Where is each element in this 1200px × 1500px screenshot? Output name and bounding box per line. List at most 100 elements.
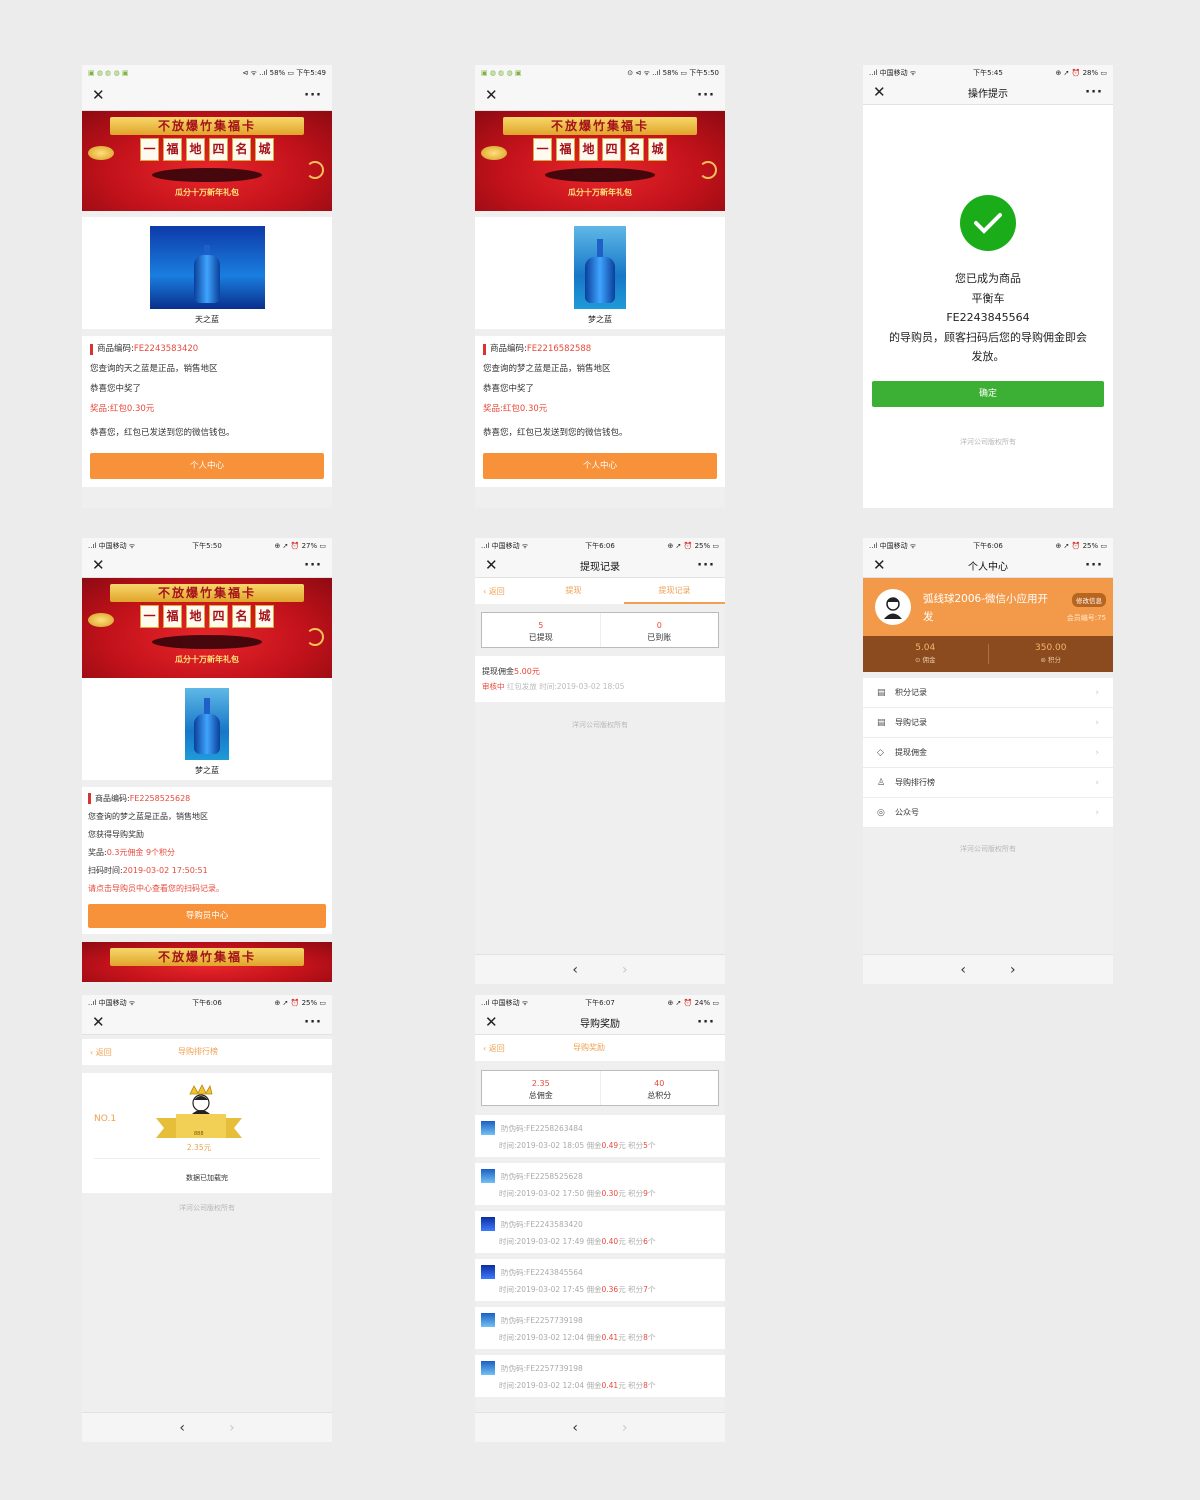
tab-ranking[interactable]: 导购排行榜	[130, 1039, 218, 1065]
back-arrow-icon[interactable]: ‹	[572, 1420, 578, 1436]
list-item[interactable]: 防伪码:FE2243845564 时间:2019-03-02 17:45 佣金0…	[475, 1259, 725, 1301]
tab-withdraw[interactable]: 提现	[523, 578, 624, 604]
forward-arrow-icon[interactable]: ›	[622, 962, 628, 978]
status-bar: ..ıl 中国移动 ᯤ 下午5:50 ⊕ ➚ ⏰ 27% ▭	[82, 538, 332, 554]
withdraw-stats: 5 已提现 0 已到账	[481, 612, 719, 648]
banner-tile: 城	[255, 605, 274, 628]
browser-bottom-bar: ‹ ›	[475, 1412, 725, 1442]
list-item[interactable]: 防伪码:FE2258263484 时间:2019-03-02 18:05 佣金0…	[475, 1115, 725, 1157]
banner-tiles: 一 福 地 四 名 城	[140, 138, 274, 161]
menu-item-withdraw[interactable]: ◇ 提现佣金 ›	[863, 738, 1113, 768]
status-bar: ..ıl 中国移动 ᯤ 下午6:06 ⊕ ➚ ⏰ 25% ▭	[863, 538, 1113, 554]
menu-item-ranking[interactable]: ♙ 导购排行榜 ›	[863, 768, 1113, 798]
close-icon[interactable]: ✕	[485, 558, 498, 573]
code-label: 商品编码:	[95, 794, 130, 803]
more-icon[interactable]: ···	[304, 558, 322, 573]
scan-time-value: 2019-03-02 17:50:51	[122, 866, 208, 875]
status-right: ⊕ ➚ ⏰ 24% ▭	[667, 999, 719, 1007]
status-right: ⊕ ➚ ⏰ 25% ▭	[274, 999, 326, 1007]
close-icon[interactable]: ✕	[92, 88, 105, 103]
item-amount: 0.30	[601, 1189, 619, 1198]
item-unit: 元 积分	[618, 1285, 644, 1294]
back-link[interactable]: ‹ 返回	[82, 1047, 130, 1058]
back-link[interactable]: ‹ 返回	[475, 1043, 523, 1054]
back-arrow-icon[interactable]: ‹	[179, 1420, 185, 1436]
wallet-text: 恭喜您，红包已发送到您的微信钱包。	[90, 428, 235, 438]
banner-tile: 名	[232, 138, 251, 161]
copyright-text: 洋河公司版权所有	[179, 1204, 235, 1212]
sub-nav: ‹ 返回 导购奖励	[475, 1035, 725, 1061]
item-suffix: 个	[647, 1189, 656, 1198]
close-icon[interactable]: ✕	[92, 558, 105, 573]
more-icon[interactable]: ···	[304, 1015, 322, 1030]
chevron-right-icon: ›	[1095, 717, 1099, 728]
back-label: 返回	[488, 586, 505, 596]
guide-center-button[interactable]: 导购员中心	[88, 904, 326, 928]
status-icons-left: ▣ ◍ ◍ ◍ ▣	[481, 69, 522, 77]
status-bar: ..ıl 中国移动 ᯤ 下午6:06 ⊕ ➚ ⏰ 25% ▭	[82, 995, 332, 1011]
list-item[interactable]: 防伪码:FE2257739198 时间:2019-03-02 12:04 佣金0…	[475, 1355, 725, 1397]
banner-tile: 四	[602, 138, 621, 161]
reward-text: 您获得导购奖励	[88, 830, 144, 839]
points-stat[interactable]: 350.00 ⊜ 积分	[989, 642, 1114, 666]
forward-arrow-icon[interactable]: ›	[229, 1420, 235, 1436]
carrier-signal: ..ıl 中国移动 ᯤ	[88, 542, 136, 550]
menu-item-guide-record[interactable]: ▤ 导购记录 ›	[863, 708, 1113, 738]
tab-withdraw-records[interactable]: 提现记录	[624, 578, 725, 604]
nav-bar: ✕ 个人中心 ···	[863, 554, 1113, 578]
more-icon[interactable]: ···	[1085, 85, 1103, 100]
banner-tile: 福	[556, 138, 575, 161]
prize-text: 奖品:红包0.30元	[90, 404, 155, 414]
more-icon[interactable]: ···	[697, 558, 715, 573]
back-link[interactable]: ‹ 返回	[475, 586, 523, 597]
edit-profile-button[interactable]: 修改信息	[1072, 593, 1106, 607]
item-amount: 0.40	[601, 1237, 619, 1246]
back-arrow-icon[interactable]: ‹	[572, 962, 578, 978]
banner-tile: 四	[209, 138, 228, 161]
close-icon[interactable]: ✕	[873, 558, 886, 573]
forward-arrow-icon[interactable]: ›	[1010, 962, 1016, 978]
phone-screen-ranking: ..ıl 中国移动 ᯤ 下午6:06 ⊕ ➚ ⏰ 25% ▭ ✕ ··· ‹ 返…	[82, 995, 332, 1442]
points-record-icon: ▤	[877, 687, 886, 698]
list-item[interactable]: 防伪码:FE2258525628 时间:2019-03-02 17:50 佣金0…	[475, 1163, 725, 1205]
close-icon[interactable]: ✕	[873, 85, 886, 100]
personal-center-button[interactable]: 个人中心	[483, 453, 717, 479]
record-status: 审核中	[482, 682, 505, 691]
list-item[interactable]: 防伪码:FE2243583420 时间:2019-03-02 17:49 佣金0…	[475, 1211, 725, 1253]
personal-center-button[interactable]: 个人中心	[90, 453, 324, 479]
nav-bar: ✕ ···	[475, 81, 725, 111]
commission-stat[interactable]: 5.04 ⊙ 佣金	[863, 642, 988, 666]
copyright-text: 洋河公司版权所有	[572, 721, 628, 729]
more-icon[interactable]: ···	[697, 1015, 715, 1030]
chevron-right-icon: ›	[1095, 747, 1099, 758]
authenticity-text: 您查询的梦之蓝是正品，销售地区	[88, 812, 208, 821]
sub-nav: ‹ 返回 提现 提现记录	[475, 578, 725, 604]
item-meta: 时间:2019-03-02 12:04 佣金0.41元 积分8个	[481, 1380, 719, 1391]
more-icon[interactable]: ···	[1085, 558, 1103, 573]
menu-item-official-account[interactable]: ◎ 公众号 ›	[863, 798, 1113, 828]
scan-time-row: 扫码时间:2019-03-02 17:50:51	[88, 862, 326, 880]
more-icon[interactable]: ···	[697, 88, 715, 103]
list-item[interactable]: 防伪码:FE2257739198 时间:2019-03-02 12:04 佣金0…	[475, 1307, 725, 1349]
code-value: FE2216582588	[526, 344, 592, 354]
forward-arrow-icon[interactable]: ›	[622, 1420, 628, 1436]
browser-bottom-bar: ‹ ›	[475, 954, 725, 984]
confirm-button[interactable]: 确定	[872, 380, 1104, 407]
item-code: 防伪码:FE2257739198	[501, 1363, 583, 1373]
menu-item-points-record[interactable]: ▤ 积分记录 ›	[863, 678, 1113, 708]
banner-subtitle: 瓜分十万新年礼包	[175, 188, 239, 197]
tab-guide-rewards[interactable]: 导购奖励	[523, 1035, 605, 1061]
chevron-right-icon: ›	[1095, 807, 1099, 818]
phone-screen-lottery-tianzhilan: ▣ ◍ ◍ ◍ ▣ ⊲ ᯤ ..ıl 58% ▭ 下午5:49 ✕ ··· 不放…	[82, 65, 332, 508]
nav-bar: ✕ ···	[82, 81, 332, 111]
authenticity-text: 您查询的梦之蓝是正品，销售地区	[483, 364, 611, 374]
status-bar: ▣ ◍ ◍ ◍ ▣ ⊙ ⊲ ᯤ ..ıl 58% ▭ 下午5:50	[475, 65, 725, 81]
more-icon[interactable]: ···	[304, 88, 322, 103]
swirl-decor-icon	[306, 161, 324, 179]
back-arrow-icon[interactable]: ‹	[960, 962, 966, 978]
close-icon[interactable]: ✕	[92, 1015, 105, 1030]
gold-ingot-icon	[88, 613, 114, 627]
close-icon[interactable]: ✕	[485, 1015, 498, 1030]
item-suffix: 个	[647, 1333, 656, 1342]
close-icon[interactable]: ✕	[485, 88, 498, 103]
